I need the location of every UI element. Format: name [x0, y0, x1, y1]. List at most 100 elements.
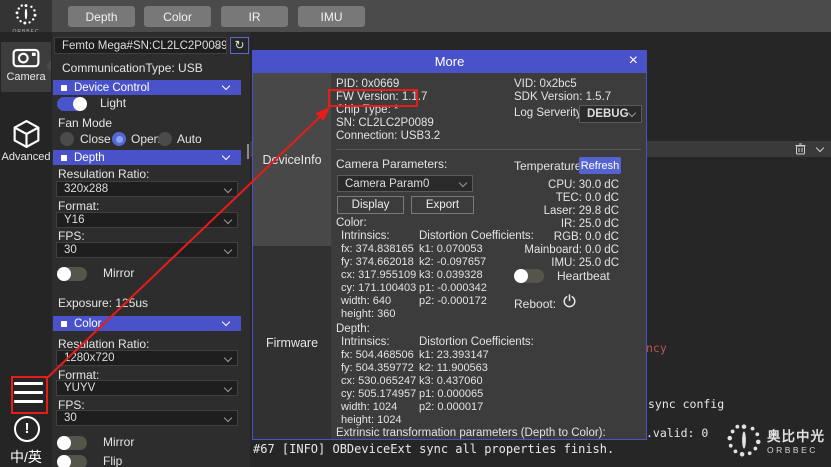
connection-text: Connection: USB3.2: [336, 130, 440, 142]
chevron-down-icon: [224, 384, 232, 392]
depth-intrinsics-list: fx: 504.468506 fy: 504.359772 cx: 530.06…: [341, 349, 416, 427]
square-bullet-icon: [61, 85, 67, 91]
watermark-cn-text: 奥比中光: [767, 425, 825, 445]
fw-version-text: FW Version: 1.1.7: [336, 91, 427, 103]
chevron-down-icon: [224, 246, 232, 254]
display-button[interactable]: Display: [337, 196, 404, 214]
orbbec-watermark: 奥比中光 ORBBEC: [725, 421, 825, 459]
square-bullet-icon: [61, 155, 67, 161]
device-control-panel: Femto Mega#SN:CL2LC2P0089 US ↻ Communica…: [52, 32, 250, 467]
chevron-down-icon: [628, 109, 636, 117]
close-icon[interactable]: ×: [629, 51, 638, 71]
communication-type-text: CommunicationType: USB: [62, 61, 203, 75]
sidebar: Camera Advanced ! 中/英: [0, 32, 52, 467]
color-flip-label: Flip: [103, 454, 122, 467]
modal-tab-deviceinfo[interactable]: DeviceInfo: [253, 73, 331, 246]
color-mirror-toggle[interactable]: [57, 436, 87, 450]
color-resolution-label: Resulation Ratio:: [58, 337, 149, 351]
modal-tab-firmware[interactable]: Firmware: [253, 246, 331, 439]
sidebar-item-camera[interactable]: Camera: [1, 42, 51, 92]
square-bullet-icon: [61, 321, 67, 327]
tab-depth[interactable]: Depth: [68, 6, 135, 27]
chip-type-text: Chip Type: *: [336, 104, 398, 116]
depth-mirror-toggle[interactable]: [57, 267, 87, 281]
orbbec-viewer-window: ORBBEC Depth Color IR IMU Camera: [0, 0, 831, 467]
color-fps-dropdown[interactable]: 30: [56, 410, 238, 426]
vid-text: VID: 0x2bc5: [514, 78, 577, 90]
color-flip-toggle[interactable]: [57, 455, 87, 467]
chevron-down-icon[interactable]: [816, 144, 824, 152]
reboot-label: Reboot:: [514, 297, 556, 311]
section-header-depth[interactable]: Depth: [53, 150, 241, 165]
depth-params-label: Depth:: [336, 323, 370, 335]
depth-fps-label: FPS:: [58, 229, 85, 243]
device-refresh-button[interactable]: ↻: [230, 37, 249, 54]
color-intrinsics-label: Intrinsics:: [341, 230, 390, 242]
chevron-down-icon: [224, 414, 232, 422]
power-reboot-icon[interactable]: [563, 294, 576, 308]
camera-parameters-label: Camera Parameters:: [336, 157, 447, 171]
device-select-value: Femto Mega#SN:CL2LC2P0089 US: [62, 40, 227, 52]
section-header-color[interactable]: Color: [53, 316, 241, 331]
chevron-down-icon: [222, 152, 230, 160]
fan-mode-label: Fan Mode: [58, 116, 112, 130]
top-bar: ORBBEC Depth Color IR IMU: [0, 0, 831, 32]
chevron-down-icon: [224, 216, 232, 224]
device-select-dropdown[interactable]: Femto Mega#SN:CL2LC2P0089 US: [54, 37, 227, 54]
depth-format-label: Format:: [58, 199, 99, 213]
camera-icon: [12, 46, 40, 68]
temperature-readings: CPU: 30.0 dC TEC: 0.0 dC Laser: 29.8 dC …: [453, 179, 619, 270]
log-fragment-valid: .valid: 0: [646, 426, 708, 440]
fan-radio-close[interactable]: [60, 132, 74, 146]
trash-icon[interactable]: [795, 143, 806, 155]
temperature-refresh-button[interactable]: Refresh: [579, 157, 621, 174]
log-line: #67 [INFO] OBDeviceExt sync all properti…: [253, 442, 614, 456]
chevron-down-icon: [222, 318, 230, 326]
tab-imu[interactable]: IMU: [298, 6, 365, 27]
log-fragment-sync: sync config: [648, 397, 724, 411]
color-intrinsics-list: fx: 374.838165 fy: 374.662018 cx: 317.95…: [341, 243, 416, 321]
depth-mirror-label: Mirror: [103, 266, 134, 280]
light-toggle[interactable]: [57, 97, 87, 111]
heartbeat-toggle[interactable]: [514, 269, 544, 283]
chevron-down-icon: [222, 82, 230, 90]
sidebar-camera-label: Camera: [1, 71, 51, 83]
extrinsic-label: Extrinsic transformation parameters (Dep…: [336, 427, 606, 439]
exposure-text: Exposure: 125us: [58, 296, 148, 310]
camera-selected-notch: [46, 60, 51, 72]
orbbec-starburst-icon: [725, 421, 763, 459]
tab-color[interactable]: Color: [144, 6, 211, 27]
fan-radio-open[interactable]: [112, 132, 126, 146]
fan-radio-auto[interactable]: [158, 132, 172, 146]
orbbec-starburst-icon: [14, 2, 38, 26]
fan-close-label: Close: [80, 132, 111, 146]
light-label: Light: [100, 96, 126, 110]
divider: [336, 149, 641, 150]
language-toggle[interactable]: 中/英: [0, 447, 52, 467]
temperature-label: Temperature:: [514, 159, 585, 173]
sidebar-item-advanced[interactable]: Advanced: [1, 118, 51, 168]
chevron-down-icon: [224, 185, 232, 193]
depth-resolution-dropdown[interactable]: 320x288: [56, 181, 238, 197]
more-dialog-titlebar[interactable]: More ×: [253, 51, 646, 73]
orbbec-logo: ORBBEC: [0, 0, 52, 32]
log-fragment-red: ncy: [646, 341, 667, 355]
fan-auto-label: Auto: [177, 132, 202, 146]
panel-scrollbar[interactable]: [247, 144, 249, 159]
section-header-device-control[interactable]: Device Control: [53, 80, 241, 95]
pid-text: PID: 0x0669: [336, 78, 399, 90]
color-format-dropdown[interactable]: YUYV: [56, 380, 238, 396]
menu-hamburger-icon[interactable]: [14, 382, 43, 409]
log-severity-dropdown[interactable]: DEBUG: [579, 105, 642, 123]
heartbeat-label: Heartbeat: [557, 269, 610, 283]
depth-fps-dropdown[interactable]: 30: [56, 242, 238, 258]
chevron-down-icon: [224, 354, 232, 362]
more-dialog-body: DeviceInfo Firmware PID: 0x0669 FW Versi…: [253, 73, 646, 439]
depth-format-dropdown[interactable]: Y16: [56, 212, 238, 228]
tab-ir[interactable]: IR: [221, 6, 288, 27]
depth-distortion-label: Distortion Coefficients:: [419, 336, 534, 348]
depth-distortion-list: k1: 23.393147 k2: 11.900563 k3: 0.437060…: [419, 349, 489, 414]
color-resolution-dropdown[interactable]: 1280x720: [56, 350, 238, 366]
color-mirror-label: Mirror: [103, 435, 134, 449]
about-info-icon[interactable]: !: [14, 416, 40, 442]
